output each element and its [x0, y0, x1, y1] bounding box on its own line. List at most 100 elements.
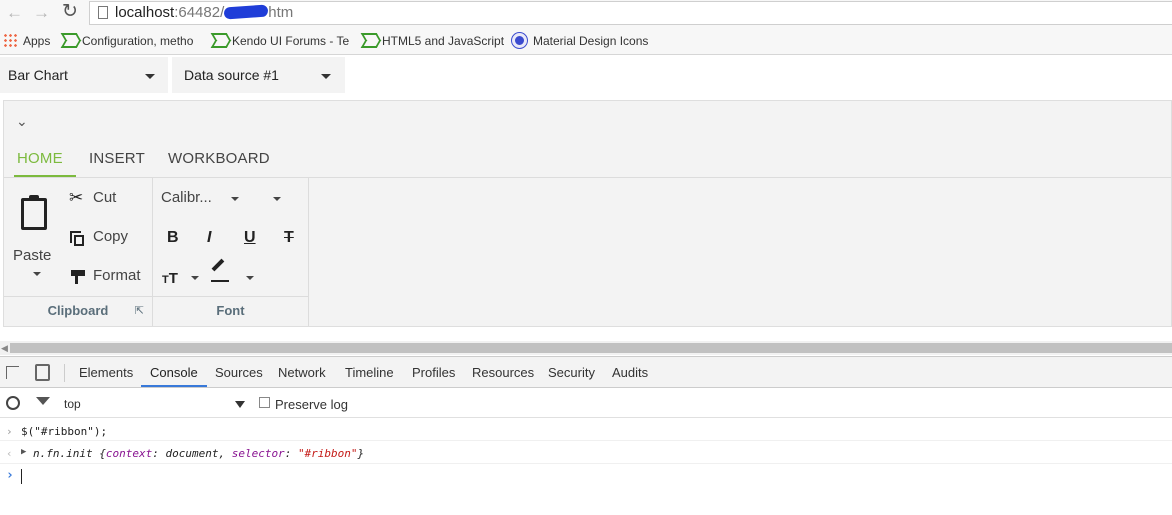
tab-profiles[interactable]: Profiles	[412, 365, 455, 380]
cut-button[interactable]: ✂ Cut	[68, 186, 148, 210]
devtools-tab-bar: Elements Console Sources Network Timelin…	[0, 357, 1172, 388]
prompt-icon: ›	[6, 468, 14, 483]
scrollbar-thumb[interactable]	[10, 343, 1172, 353]
devtools-panel: Elements Console Sources Network Timelin…	[0, 356, 1172, 515]
chevron-down-icon	[246, 276, 254, 280]
line-divider	[0, 440, 1172, 441]
console-toolbar: top Preserve log	[0, 388, 1172, 418]
clipboard-group-label: Clipboard	[47, 303, 109, 318]
kendo-icon	[62, 33, 76, 47]
bookmark-material-design[interactable]: Material Design Icons	[512, 33, 648, 48]
copy-button[interactable]: Copy	[68, 225, 148, 249]
font-group-label: Font	[216, 303, 245, 318]
collapse-chevron-icon[interactable]: ⌄	[16, 113, 28, 130]
font-group-footer: Font	[153, 296, 308, 326]
tab-insert[interactable]: INSERT	[89, 150, 145, 167]
copy-icon-front	[74, 235, 84, 246]
text-color-button[interactable]	[209, 258, 259, 288]
redacted-scribble	[223, 4, 269, 20]
copy-label: Copy	[93, 228, 129, 245]
page-content: Bar Chart Data source #1 ⌄ HOME INSERT W…	[0, 56, 1172, 356]
ribbon: ⌄ HOME INSERT WORKBOARD Paste ✂ Cut Copy	[3, 100, 1172, 327]
format-painter-button[interactable]: Format	[68, 264, 150, 288]
paste-label: Paste	[13, 247, 52, 264]
bookmark-html5[interactable]: HTML5 and JavaScript	[362, 33, 504, 48]
tab-elements[interactable]: Elements	[79, 365, 133, 380]
tab-sources[interactable]: Sources	[215, 365, 263, 380]
chart-type-value: Bar Chart	[8, 67, 68, 83]
device-mode-icon[interactable]	[35, 364, 50, 381]
tab-security[interactable]: Security	[548, 365, 595, 380]
apps-icon	[3, 33, 17, 47]
material-design-icon	[512, 33, 527, 48]
clipboard-icon	[21, 195, 47, 230]
font-group: Calibr... B I U T TT Font	[153, 178, 309, 326]
chevron-down-icon	[145, 74, 155, 79]
tab-home[interactable]: HOME	[17, 150, 63, 167]
clipboard-group-footer: Clipboard ⇱	[4, 296, 152, 326]
bookmark-configuration[interactable]: Configuration, metho	[62, 33, 193, 48]
pen-icon	[211, 258, 225, 272]
bookmarks-bar: Apps Configuration, metho Kendo UI Forum…	[0, 27, 1172, 55]
font-size-dropdown-arrow[interactable]	[273, 197, 281, 201]
preserve-log-label: Preserve log	[275, 397, 348, 412]
font-size-button[interactable]: TT	[159, 264, 203, 288]
italic-button[interactable]: I	[207, 229, 211, 247]
bookmark-kendo-forums[interactable]: Kendo UI Forums - Te	[212, 33, 349, 48]
console-output-line[interactable]: n.fn.init {context: document, selector: …	[33, 447, 364, 460]
kendo-icon	[362, 33, 376, 47]
bookmark-apps[interactable]: Apps	[3, 33, 50, 48]
context-selector[interactable]: top	[64, 397, 81, 411]
font-name-value: Calibr...	[161, 189, 212, 206]
back-arrow-icon[interactable]: ←	[6, 3, 23, 23]
data-source-dropdown[interactable]: Data source #1	[172, 57, 345, 93]
dialog-launcher-icon[interactable]: ⇱	[135, 297, 144, 325]
data-source-value: Data source #1	[184, 67, 279, 83]
url-text: localhost:64482/htm	[115, 4, 294, 21]
forward-arrow-icon[interactable]: →	[33, 3, 50, 23]
toolbar-divider	[64, 364, 65, 382]
horizontal-scrollbar[interactable]: ◀	[0, 341, 1172, 355]
scroll-left-icon[interactable]: ◀	[1, 343, 8, 354]
browser-address-bar: ← → ↻ localhost:64482/htm	[0, 0, 1172, 27]
chevron-down-icon	[231, 197, 239, 201]
format-painter-icon	[71, 270, 85, 276]
paste-button[interactable]: Paste	[8, 188, 62, 288]
tab-audits[interactable]: Audits	[612, 365, 648, 380]
page-icon	[98, 6, 108, 19]
expand-triangle-icon[interactable]: ▶	[21, 447, 26, 457]
tab-console[interactable]: Console	[150, 365, 198, 380]
tab-resources[interactable]: Resources	[472, 365, 534, 380]
url-field[interactable]: localhost:64482/htm	[89, 1, 1172, 25]
console-input-line: $("#ribbon");	[21, 425, 108, 438]
console-input[interactable]	[21, 469, 22, 484]
format-painter-handle	[75, 276, 78, 284]
tab-workboard[interactable]: WORKBOARD	[168, 150, 270, 167]
cut-label: Cut	[93, 189, 117, 206]
clipboard-group: Paste ✂ Cut Copy Format Clipboard ⇱	[4, 178, 153, 326]
clear-console-icon[interactable]	[6, 396, 20, 410]
font-name-dropdown[interactable]: Calibr...	[158, 186, 244, 210]
filter-icon[interactable]	[36, 397, 50, 405]
tab-network[interactable]: Network	[278, 365, 326, 380]
text-size-icon: TT	[162, 270, 178, 287]
scissors-icon: ✂	[69, 188, 84, 207]
chevron-down-icon	[191, 276, 199, 280]
tab-timeline[interactable]: Timeline	[345, 365, 394, 380]
strikethrough-button[interactable]: T	[284, 229, 294, 247]
underline-button[interactable]: U	[244, 229, 256, 247]
chevron-down-icon	[33, 272, 41, 276]
context-dropdown-arrow[interactable]	[235, 401, 245, 408]
line-divider	[0, 463, 1172, 464]
input-prompt-icon: ›	[6, 425, 13, 438]
kendo-icon	[212, 33, 226, 47]
inspect-element-icon[interactable]	[6, 366, 19, 379]
reload-icon[interactable]: ↻	[62, 2, 78, 22]
color-bar	[211, 280, 229, 282]
chevron-down-icon	[321, 74, 331, 79]
format-label: Format	[93, 267, 141, 284]
bold-button[interactable]: B	[167, 229, 179, 247]
chart-type-dropdown[interactable]: Bar Chart	[0, 57, 168, 93]
result-arrow-icon: ‹	[6, 447, 13, 460]
preserve-log-checkbox[interactable]	[259, 397, 270, 408]
